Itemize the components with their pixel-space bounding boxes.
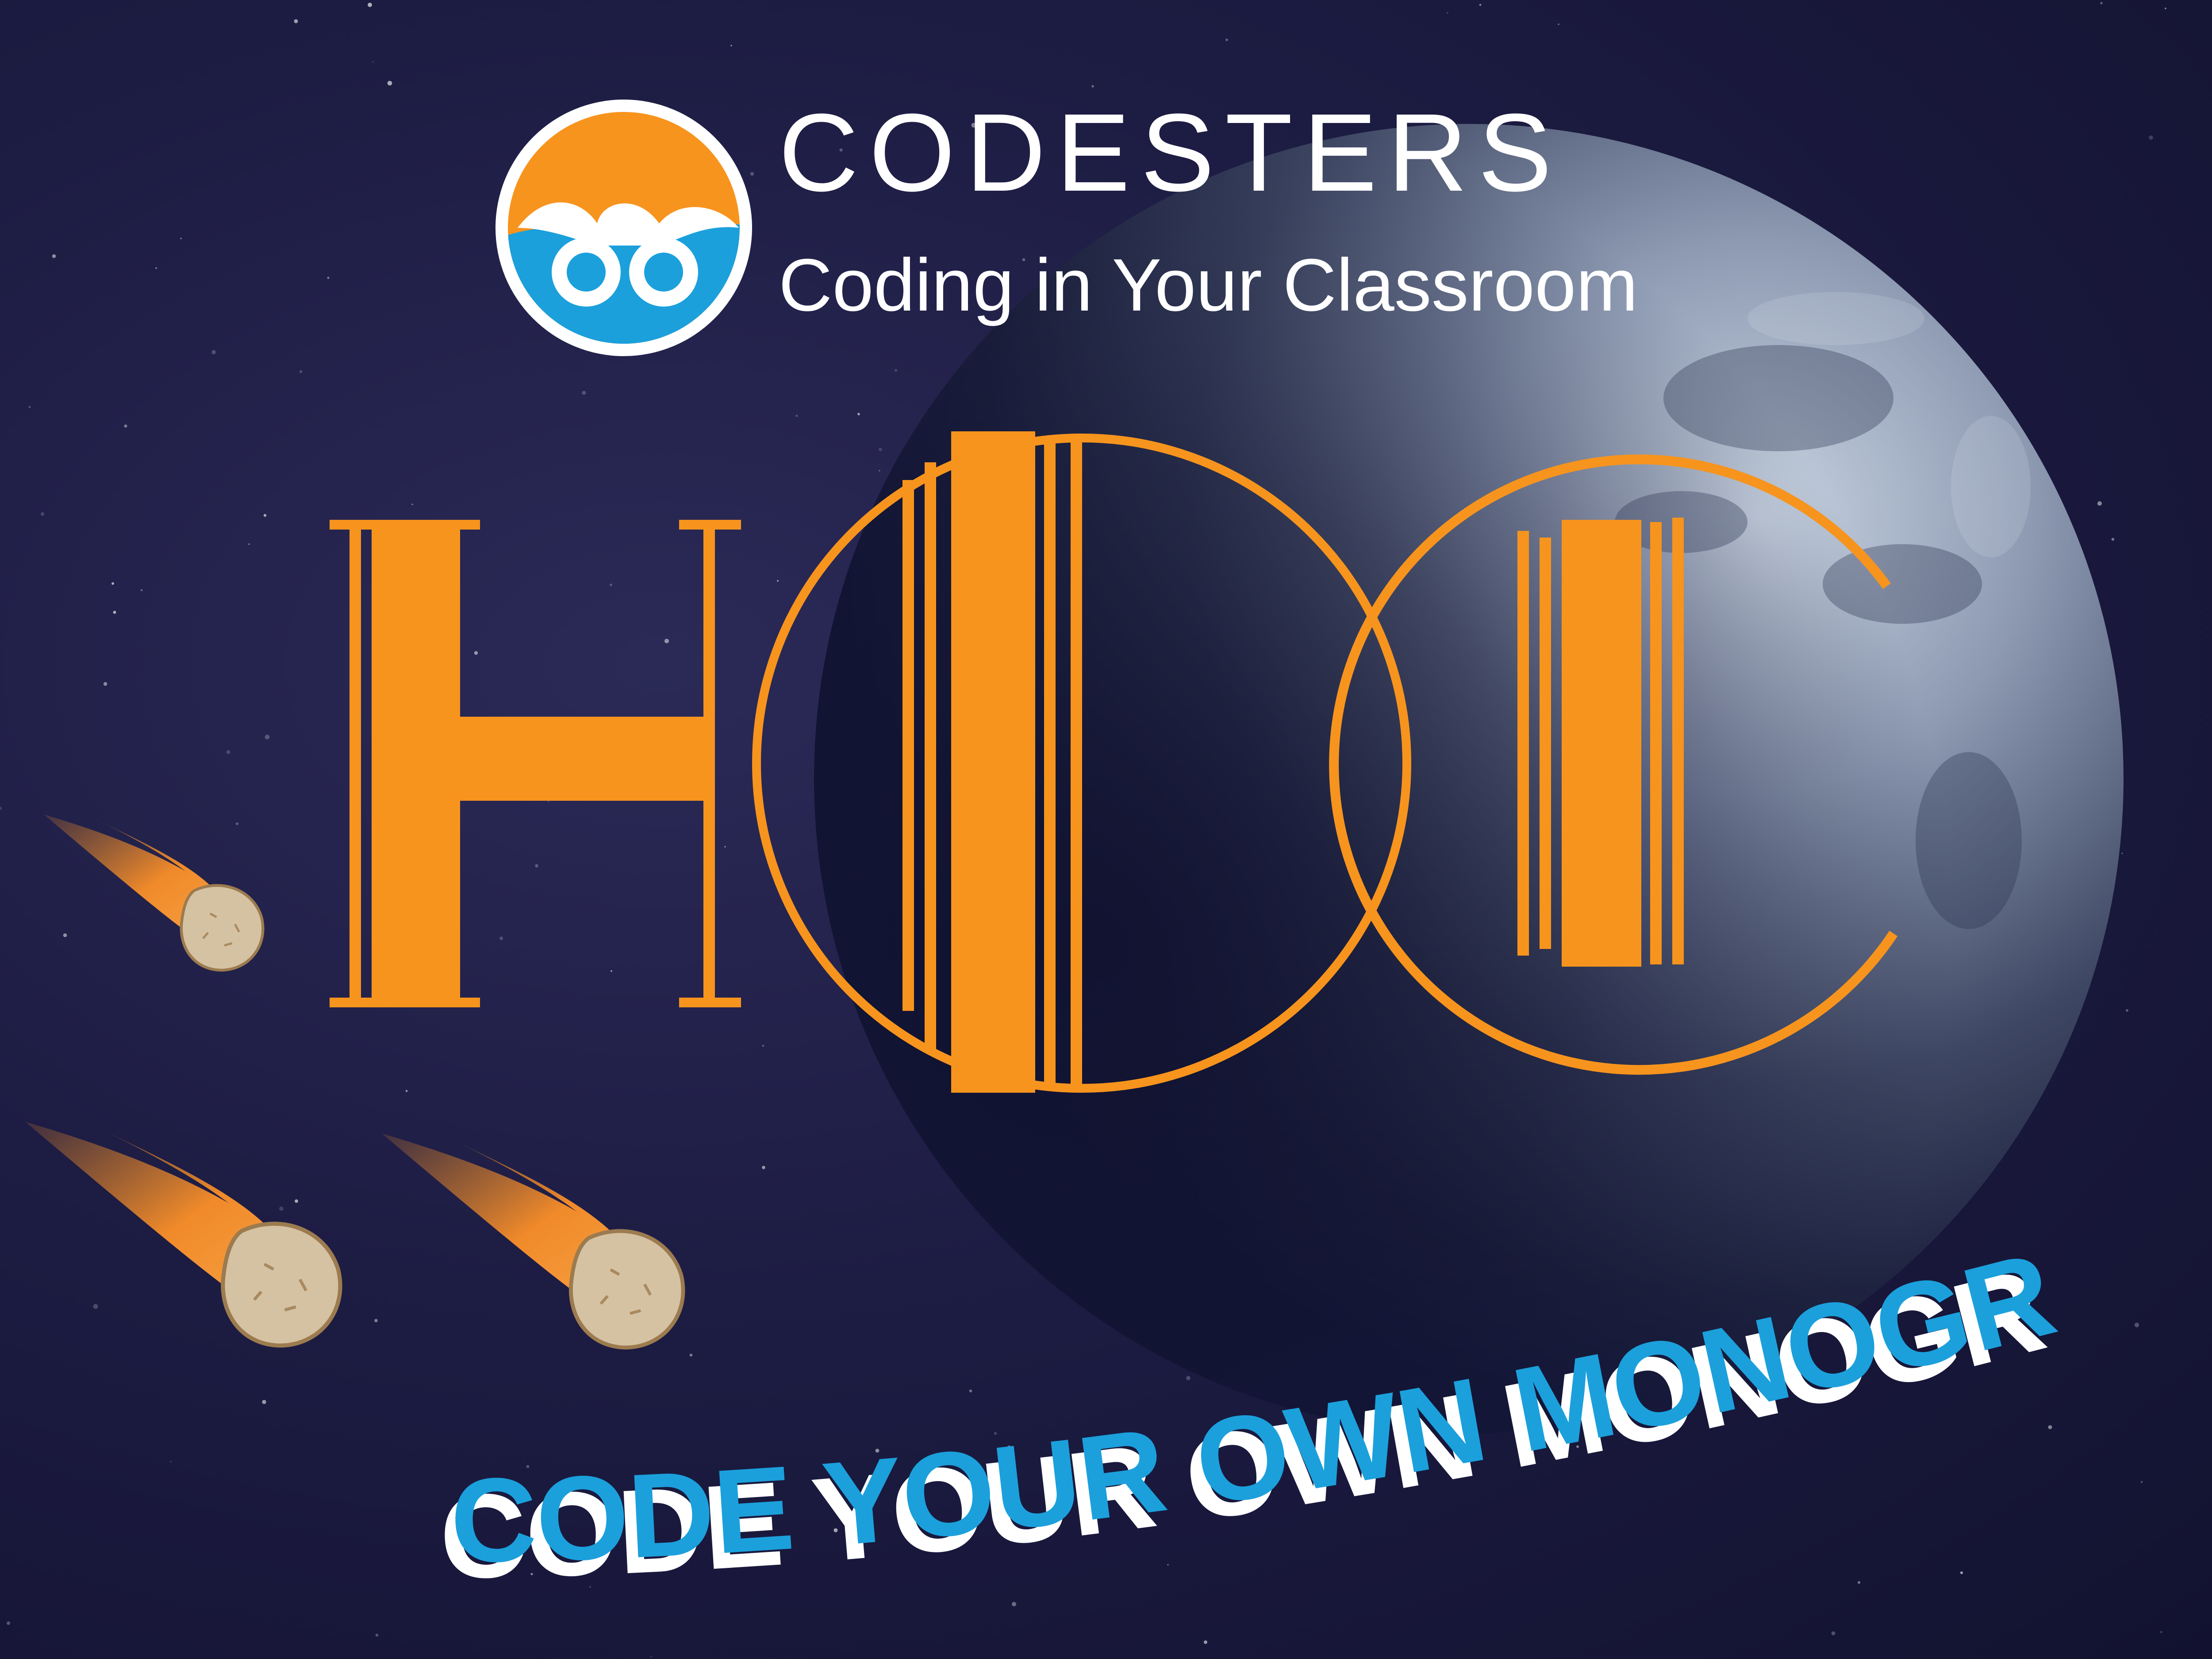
svg-text:CODE YOUR OWN MONOGRAM!: CODE YOUR OWN MONOGRAM!	[0, 0, 2067, 1587]
slogan: CODE YOUR OWN MONOGRAM! CODE YOUR OWN MO…	[0, 0, 2067, 1603]
slogan-text: CODE YOUR OWN MONOGRAM!	[0, 0, 2067, 1587]
poster: CODESTERS Coding in Your Classroom CODE …	[0, 0, 2212, 1659]
